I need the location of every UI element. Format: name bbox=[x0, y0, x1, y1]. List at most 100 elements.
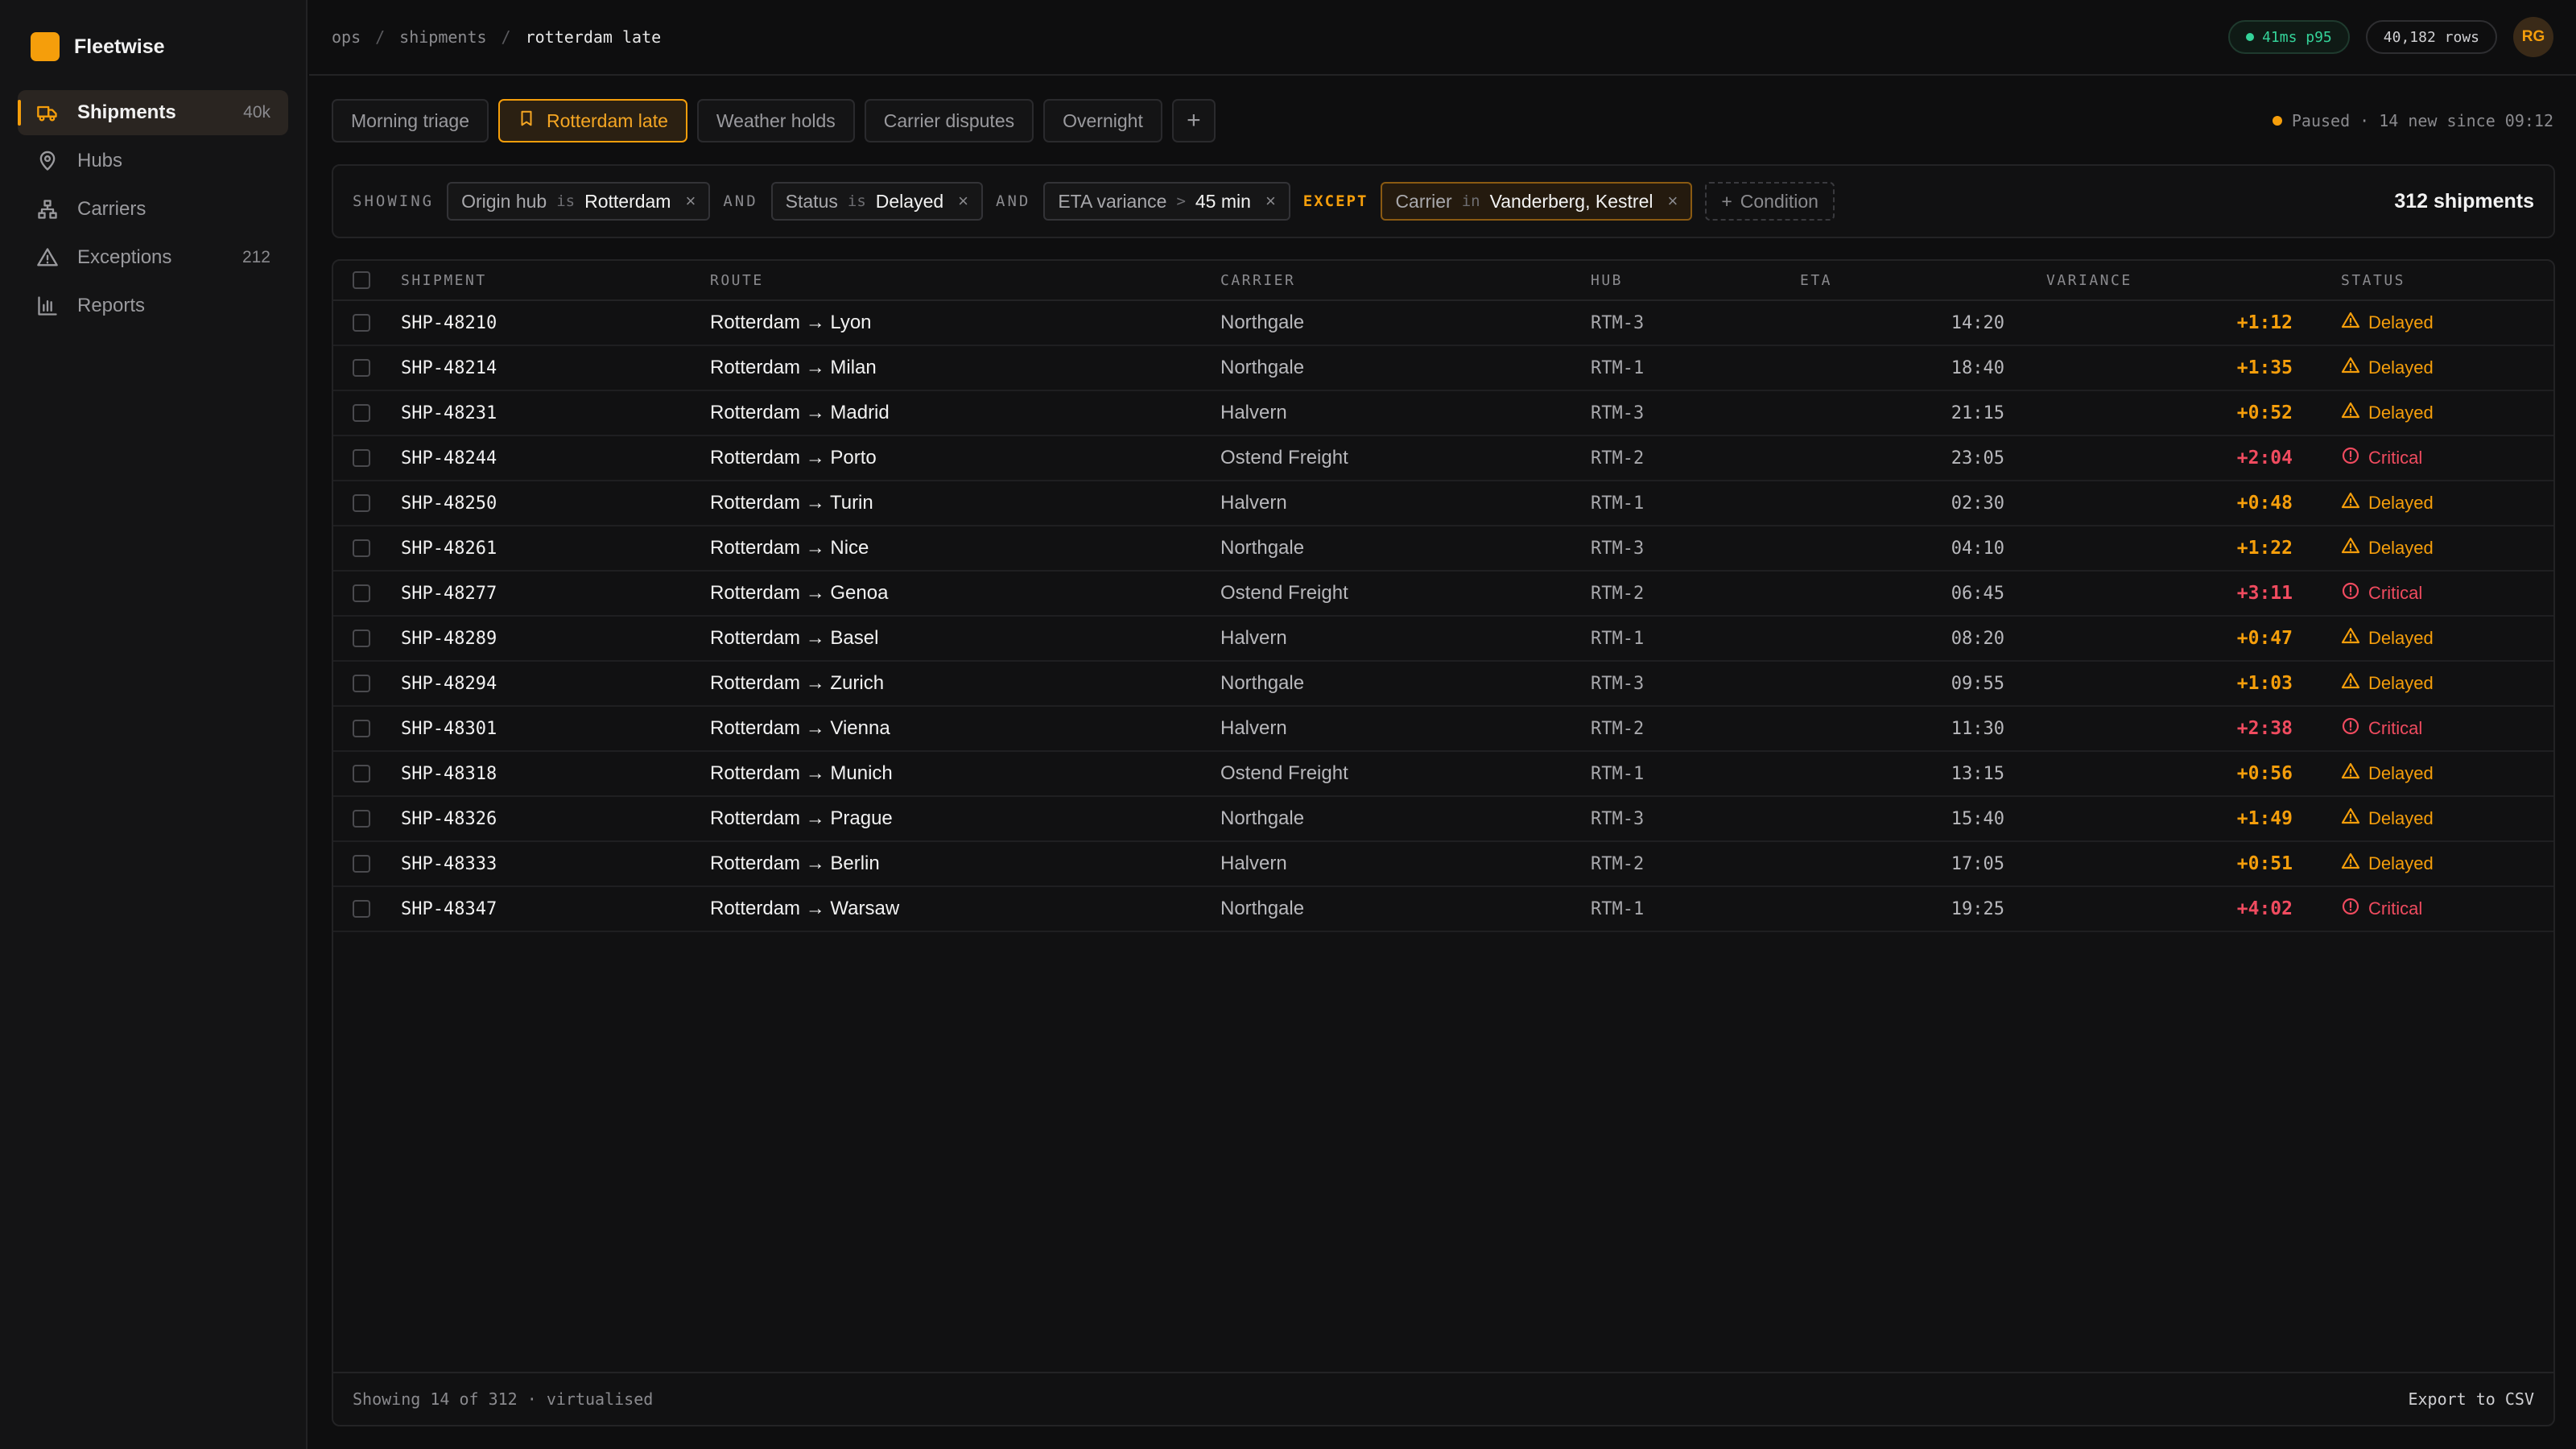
sidebar-item-label: Shipments bbox=[77, 101, 176, 123]
row-checkbox[interactable] bbox=[353, 494, 370, 512]
column-header-variance[interactable]: VARIANCE bbox=[2041, 272, 2317, 289]
breadcrumb-current: rotterdam late bbox=[525, 27, 662, 47]
shipment-id[interactable]: SHP-48301 bbox=[401, 719, 710, 739]
hub: RTM-3 bbox=[1591, 312, 1645, 333]
column-header-status[interactable]: STATUS bbox=[2317, 272, 2553, 289]
table-row[interactable]: SHP-48210 Rotterdam → Lyon Northgale RTM-3 1… bbox=[333, 301, 2553, 346]
row-select-cell bbox=[333, 720, 401, 737]
alert-circle-icon bbox=[2341, 897, 2360, 921]
filter-chip-origin-hub[interactable]: Origin hub is Rotterdam × bbox=[447, 182, 711, 221]
shipment-id[interactable]: SHP-48214 bbox=[401, 358, 710, 378]
row-checkbox[interactable] bbox=[353, 314, 370, 332]
brand[interactable]: Fleetwise bbox=[31, 31, 165, 63]
sidebar-item-carriers[interactable]: Carriers bbox=[18, 187, 288, 232]
column-header-hub[interactable]: HUB bbox=[1591, 272, 1800, 289]
row-checkbox[interactable] bbox=[353, 539, 370, 557]
table-row[interactable]: SHP-48333 Rotterdam → Berlin Halvern RTM-2 1… bbox=[333, 842, 2553, 887]
table-row[interactable]: SHP-48277 Rotterdam → Genoa Ostend Freight… bbox=[333, 572, 2553, 617]
shipment-id[interactable]: SHP-48261 bbox=[401, 539, 710, 559]
route: Rotterdam → Genoa bbox=[710, 582, 889, 604]
table-row[interactable]: SHP-48214 Rotterdam → Milan Northgale RTM-1… bbox=[333, 346, 2553, 391]
remove-icon[interactable]: × bbox=[1265, 191, 1276, 212]
row-checkbox[interactable] bbox=[353, 765, 370, 782]
remove-icon[interactable]: × bbox=[1667, 191, 1678, 212]
add-view-button[interactable]: + bbox=[1171, 99, 1216, 142]
row-checkbox[interactable] bbox=[353, 449, 370, 467]
alert-circle-icon bbox=[2341, 581, 2360, 605]
filter-chip-eta-variance[interactable]: ETA variance > 45 min × bbox=[1043, 182, 1290, 221]
shipment-id[interactable]: SHP-48289 bbox=[401, 629, 710, 649]
carrier: Halvern bbox=[1220, 492, 1287, 514]
sidebar-item-label: Reports bbox=[77, 295, 146, 316]
row-checkbox[interactable] bbox=[353, 810, 370, 828]
shipment-id[interactable]: SHP-48250 bbox=[401, 493, 710, 514]
select-all-checkbox[interactable] bbox=[353, 271, 370, 289]
table-row[interactable]: SHP-48231 Rotterdam → Madrid Halvern RTM-3 2… bbox=[333, 391, 2553, 436]
table-row[interactable]: SHP-48244 Rotterdam → Porto Ostend Freight… bbox=[333, 436, 2553, 481]
row-checkbox[interactable] bbox=[353, 584, 370, 602]
remove-icon[interactable]: × bbox=[685, 191, 696, 212]
row-checkbox[interactable] bbox=[353, 855, 370, 873]
header-actions: 41ms p95 40,182 rows RG bbox=[2228, 17, 2553, 57]
sidebar-item-reports[interactable]: Reports bbox=[18, 283, 288, 328]
filter-chip-status[interactable]: Status is Delayed × bbox=[770, 182, 984, 221]
row-checkbox[interactable] bbox=[353, 630, 370, 647]
table-row[interactable]: SHP-48250 Rotterdam → Turin Halvern RTM-1 02… bbox=[333, 481, 2553, 526]
shipment-id[interactable]: SHP-48333 bbox=[401, 854, 710, 874]
table-row[interactable]: SHP-48289 Rotterdam → Basel Halvern RTM-1 08… bbox=[333, 617, 2553, 662]
truck-icon bbox=[35, 101, 60, 125]
table-row[interactable]: SHP-48318 Rotterdam → Munich Ostend Freigh… bbox=[333, 752, 2553, 797]
column-header-eta[interactable]: ETA bbox=[1800, 272, 2041, 289]
column-header-carrier[interactable]: CARRIER bbox=[1220, 272, 1591, 289]
table-row[interactable]: SHP-48347 Rotterdam → Warsaw Northgale RTM-… bbox=[333, 887, 2553, 932]
status-cell: Critical bbox=[2317, 581, 2553, 605]
table-row[interactable]: SHP-48301 Rotterdam → Vienna Halvern RTM-2 1… bbox=[333, 707, 2553, 752]
tab-weather-holds[interactable]: Weather holds bbox=[696, 99, 855, 142]
avatar[interactable]: RG bbox=[2513, 17, 2553, 57]
shipment-id[interactable]: SHP-48231 bbox=[401, 403, 710, 423]
route: Rotterdam → Basel bbox=[710, 627, 879, 649]
filter-chip-carrier-exception[interactable]: Carrier in Vanderberg, Kestrel × bbox=[1381, 182, 1693, 221]
warning-icon bbox=[2341, 356, 2360, 380]
breadcrumb-item[interactable]: ops bbox=[332, 27, 361, 47]
remove-icon[interactable]: × bbox=[958, 191, 968, 212]
carrier: Northgale bbox=[1220, 898, 1305, 919]
status-badge: Delayed bbox=[2341, 356, 2553, 380]
sidebar-item-exceptions[interactable]: Exceptions 212 bbox=[18, 235, 288, 280]
chip-field: ETA variance bbox=[1058, 190, 1167, 212]
shipment-id[interactable]: SHP-48347 bbox=[401, 899, 710, 919]
status-label: Delayed bbox=[2368, 357, 2434, 378]
tab-carrier-disputes[interactable]: Carrier disputes bbox=[864, 99, 1034, 142]
add-condition-button[interactable]: + Condition bbox=[1705, 182, 1835, 221]
live-status-text: Paused · 14 new since 09:12 bbox=[2291, 111, 2553, 130]
shipment-id[interactable]: SHP-48277 bbox=[401, 584, 710, 604]
latency-badge: 41ms p95 bbox=[2228, 20, 2350, 54]
shipment-id[interactable]: SHP-48318 bbox=[401, 764, 710, 784]
shipment-id[interactable]: SHP-48244 bbox=[401, 448, 710, 469]
table-row[interactable]: SHP-48294 Rotterdam → Zurich Northgale RTM-… bbox=[333, 662, 2553, 707]
column-header-route[interactable]: ROUTE bbox=[710, 272, 1220, 289]
shipment-id[interactable]: SHP-48294 bbox=[401, 674, 710, 694]
row-checkbox[interactable] bbox=[353, 359, 370, 377]
breadcrumb-item[interactable]: shipments bbox=[399, 27, 486, 47]
shipment-id[interactable]: SHP-48326 bbox=[401, 809, 710, 829]
row-checkbox[interactable] bbox=[353, 720, 370, 737]
carrier: Northgale bbox=[1220, 537, 1305, 559]
tab-overnight[interactable]: Overnight bbox=[1043, 99, 1162, 142]
row-checkbox[interactable] bbox=[353, 900, 370, 918]
route: Rotterdam → Madrid bbox=[710, 402, 890, 423]
table-row[interactable]: SHP-48261 Rotterdam → Nice Northgale RTM-3 0… bbox=[333, 526, 2553, 572]
tab-rotterdam-late[interactable]: Rotterdam late bbox=[498, 99, 687, 142]
table-row[interactable]: SHP-48326 Rotterdam → Prague Northgale RTM-… bbox=[333, 797, 2553, 842]
tab-label: Carrier disputes bbox=[883, 109, 1015, 131]
shipment-id[interactable]: SHP-48210 bbox=[401, 313, 710, 333]
row-checkbox[interactable] bbox=[353, 404, 370, 422]
tab-morning-triage[interactable]: Morning triage bbox=[332, 99, 489, 142]
sidebar-item-shipments[interactable]: Shipments 40k bbox=[18, 90, 288, 135]
column-header-shipment[interactable]: SHIPMENT bbox=[401, 272, 710, 289]
sidebar-item-hubs[interactable]: Hubs bbox=[18, 138, 288, 184]
chip-operator: > bbox=[1176, 192, 1186, 210]
export-csv-button[interactable]: Export to CSV bbox=[2408, 1389, 2534, 1409]
row-checkbox[interactable] bbox=[353, 675, 370, 692]
status-dot-icon bbox=[2246, 33, 2255, 41]
